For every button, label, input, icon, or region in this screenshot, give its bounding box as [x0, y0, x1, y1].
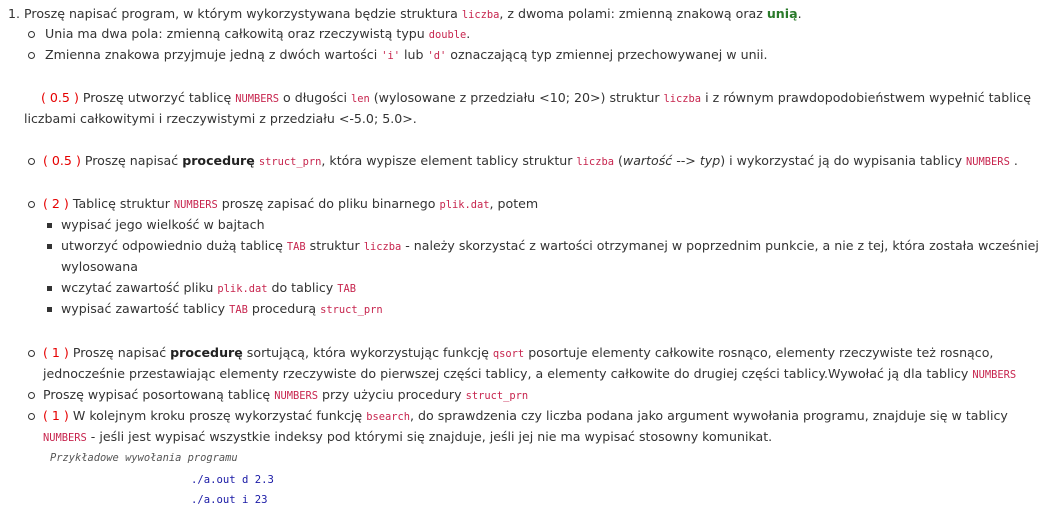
example-command-1: ./a.out d 2.3	[191, 474, 274, 486]
square-bullet-icon	[47, 223, 52, 228]
task-sort-procedure-cont: jednocześnie przestawiając elementy rzec…	[43, 366, 1017, 381]
points-badge: ( 0.5 )	[41, 90, 79, 105]
points-badge: ( 1 )	[43, 345, 69, 360]
bullet-union-fields: Unia ma dwa pola: zmienną całkowitą oraz…	[28, 25, 470, 44]
circle-bullet-icon	[28, 350, 35, 357]
task-bsearch-cont: NUMBERS - jeśli jest wypisać wszystkie i…	[43, 429, 773, 444]
example-label: Przykładowe wywołania programu	[50, 452, 238, 464]
circle-bullet-icon	[28, 413, 35, 420]
subtask-create-tab-cont: wylosowana	[61, 259, 138, 274]
points-badge: ( 1 )	[43, 408, 69, 423]
circle-bullet-icon	[28, 158, 35, 165]
task-binary-file: ( 2 ) Tablicę struktur NUMBERS proszę za…	[28, 195, 538, 214]
assignment-document: 1. Proszę napisać program, w którym wyko…	[0, 0, 1062, 512]
subtask-read-file: wczytać zawartość pliku plik.dat do tabl…	[47, 279, 356, 298]
bullet-char-field: Zmienna znakowa przyjmuje jedną z dwóch …	[28, 46, 768, 65]
task-bsearch: ( 1 ) W kolejnym kroku proszę wykorzysta…	[28, 407, 1008, 426]
task-sort-procedure: ( 1 ) Proszę napisać procedurę sortującą…	[28, 344, 993, 363]
circle-bullet-icon	[28, 52, 35, 59]
subtask-print-tab: wypisać zawartość tablicy TAB procedurą …	[47, 300, 383, 319]
points-badge: ( 0.5 )	[43, 153, 81, 168]
example-command-2: ./a.out i 23	[191, 494, 268, 506]
circle-bullet-icon	[28, 31, 35, 38]
list-number: 1.	[8, 6, 21, 21]
square-bullet-icon	[47, 307, 52, 312]
square-bullet-icon	[47, 244, 52, 249]
square-bullet-icon	[47, 286, 52, 291]
subtask-print-size: wypisać jego wielkość w bajtach	[47, 216, 265, 234]
task-create-array-cont: liczbami całkowitymi i rzeczywistymi z p…	[24, 111, 417, 126]
task-1-intro: 1. Proszę napisać program, w którym wyko…	[8, 6, 802, 21]
subtask-create-tab: utworzyć odpowiednio dużą tablicę TAB st…	[47, 237, 1039, 256]
task-print-procedure: ( 0.5 ) Proszę napisać procedurę struct_…	[28, 152, 1018, 171]
circle-bullet-icon	[28, 392, 35, 399]
circle-bullet-icon	[28, 201, 35, 208]
points-badge: ( 2 )	[43, 196, 69, 211]
task-print-sorted: Proszę wypisać posortowaną tablicę NUMBE…	[28, 386, 528, 405]
task-create-array: ( 0.5 ) Proszę utworzyć tablicę NUMBERS …	[41, 90, 1031, 105]
